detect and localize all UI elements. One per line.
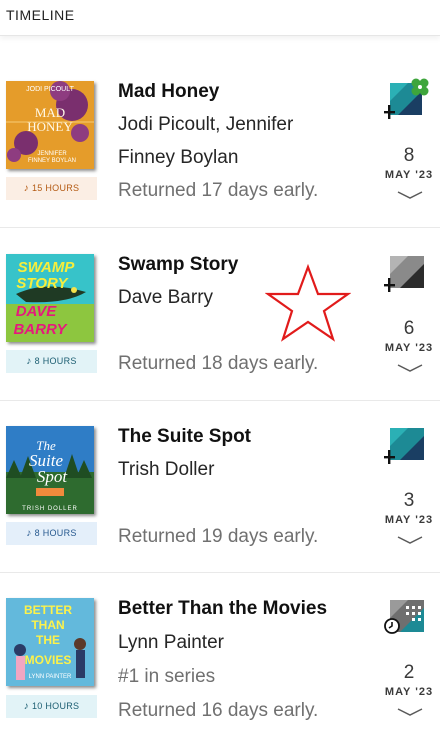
date-day: 8 <box>403 145 415 166</box>
headphones-icon: ♪ <box>23 183 29 194</box>
cover-author-text: DAVE <box>16 303 58 320</box>
series-note[interactable]: #1 in series <box>118 666 215 688</box>
date-month: MAY '23 <box>384 169 434 181</box>
book-title[interactable]: The Suite Spot <box>118 426 251 448</box>
page-title: TIMELINE <box>6 7 75 23</box>
cover-author-text-2: BARRY <box>13 321 68 338</box>
cover-coauthor-text: JENNIFER <box>37 151 67 157</box>
return-status: Returned 17 days early. <box>118 180 319 201</box>
duration-badge: ♪ 8 HOURS <box>6 350 97 373</box>
cover-title-text: SWAMP <box>18 259 76 276</box>
row-divider <box>0 572 440 573</box>
duration-text: 10 HOURS <box>31 701 80 711</box>
book-title[interactable]: Better Than the Movies <box>118 598 327 620</box>
date-month: MAY '23 <box>384 342 434 354</box>
author-line-1[interactable]: Lynn Painter <box>118 632 224 654</box>
author-line-1[interactable]: Dave Barry <box>118 287 213 309</box>
return-status: Returned 19 days early. <box>118 526 319 547</box>
duration-text: 15 HOURS <box>31 183 80 193</box>
cover-title-text-2: STORY <box>16 275 69 292</box>
book-title[interactable]: Mad Honey <box>118 81 219 103</box>
cover-title-text: BETTER <box>24 603 72 617</box>
cover-author-text: JODI PICOULT <box>26 86 74 93</box>
author-line-1[interactable]: Trish Doller <box>118 459 214 481</box>
cover-title-text: MAD <box>35 105 65 120</box>
borrow-clover-icon[interactable] <box>383 77 432 123</box>
date-day: 6 <box>403 318 415 339</box>
book-cover-swamp-story[interactable]: SWAMP STORY DAVE BARRY <box>6 254 94 342</box>
chevron-down-icon[interactable] <box>397 707 423 717</box>
cover-title-text-3: THE <box>36 633 60 647</box>
duration-text: 8 HOURS <box>34 528 77 538</box>
book-title[interactable]: Swamp Story <box>118 254 238 276</box>
return-status: Returned 16 days early. <box>118 700 319 721</box>
cover-author-text: LYNN PAINTER <box>29 674 72 680</box>
date-month: MAY '23 <box>384 686 434 698</box>
headphones-icon: ♪ <box>26 528 32 539</box>
headphones-icon: ♪ <box>23 701 29 712</box>
cover-title-text-2: HONEY <box>27 119 73 134</box>
timeline-header: TIMELINE <box>0 0 440 36</box>
row-divider <box>0 227 440 228</box>
date-day: 3 <box>403 490 415 511</box>
chevron-down-icon[interactable] <box>397 535 423 545</box>
star-icon <box>265 264 351 342</box>
author-line-2[interactable]: Finney Boylan <box>118 147 238 169</box>
borrow-gray-icon[interactable] <box>383 250 432 296</box>
book-cover-better-than-the-movies[interactable]: BETTER THAN THE MOVIES LYNN PAINTER <box>6 598 94 686</box>
cover-title-text-3: Spot <box>37 467 69 486</box>
date-day: 2 <box>403 662 415 683</box>
cover-author-text: TRISH DOLLER <box>22 506 78 512</box>
duration-badge: ♪ 15 HOURS <box>6 177 97 200</box>
hold-clock-icon[interactable] <box>384 594 432 640</box>
row-divider <box>0 400 440 401</box>
borrow-navy-icon[interactable] <box>383 422 432 468</box>
return-status: Returned 18 days early. <box>118 353 319 374</box>
author-line-1[interactable]: Jodi Picoult, Jennifer <box>118 114 293 136</box>
chevron-down-icon[interactable] <box>397 363 423 373</box>
book-cover-the-suite-spot[interactable]: The Suite Spot TRISH DOLLER <box>6 426 94 514</box>
duration-badge: ♪ 10 HOURS <box>6 695 97 718</box>
duration-text: 8 HOURS <box>34 356 77 366</box>
cover-title-text-2: THAN <box>31 618 64 632</box>
date-month: MAY '23 <box>384 514 434 526</box>
headphones-icon: ♪ <box>26 356 32 367</box>
chevron-down-icon[interactable] <box>397 190 423 200</box>
cover-coauthor-text-2: FINNEY BOYLAN <box>28 158 76 164</box>
duration-badge: ♪ 8 HOURS <box>6 522 97 545</box>
book-cover-mad-honey[interactable]: JODI PICOULT MAD HONEY JENNIFER FINNEY B… <box>6 81 94 169</box>
cover-title-text-4: MOVIES <box>25 653 72 667</box>
